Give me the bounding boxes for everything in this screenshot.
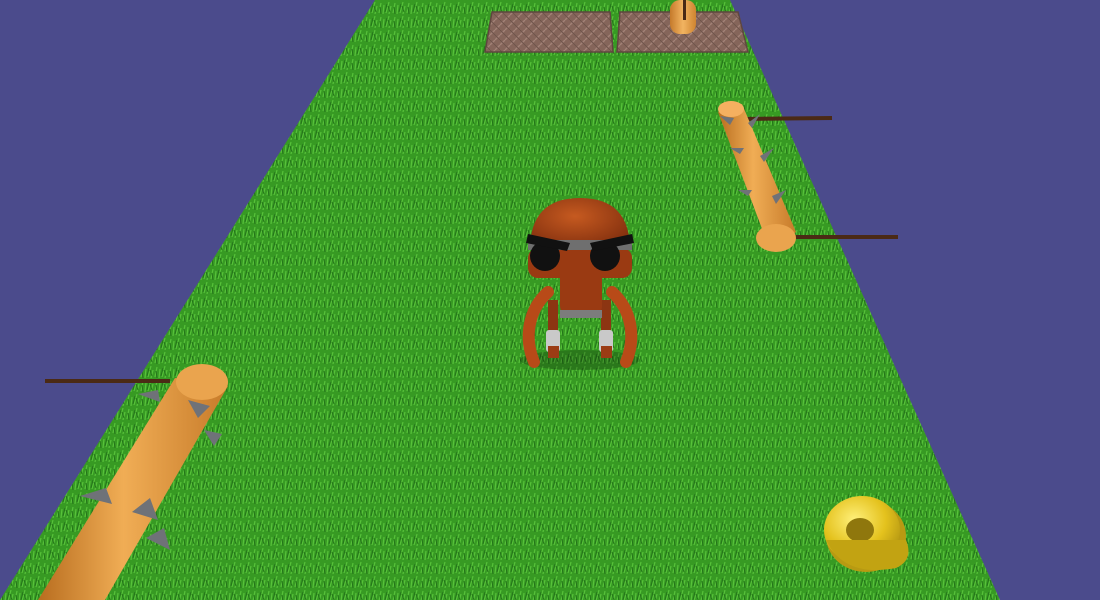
game-viewport <box>0 0 1100 600</box>
distant-log-post <box>670 0 696 34</box>
